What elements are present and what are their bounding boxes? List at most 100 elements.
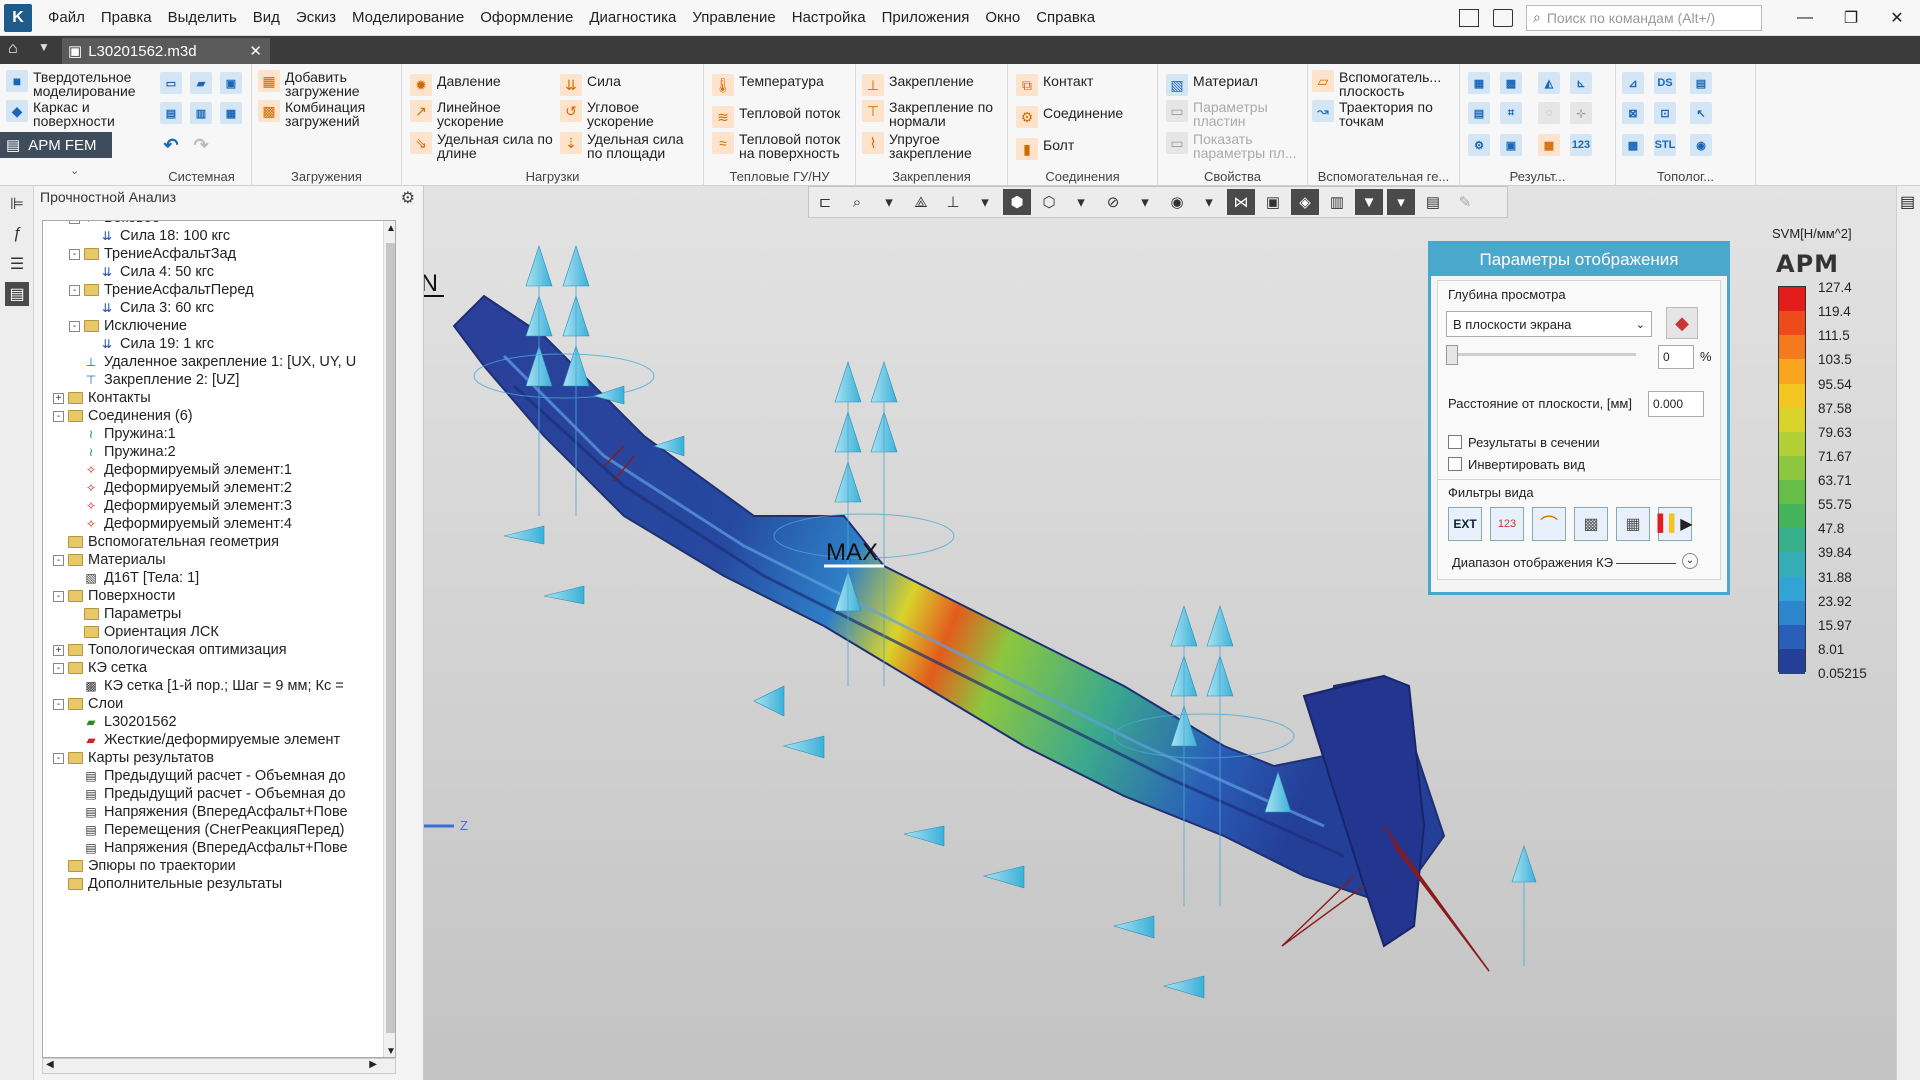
print-icon[interactable]: ▤ <box>160 102 182 124</box>
trajectory-button[interactable]: ↝ Траектория по точкам <box>1312 100 1460 128</box>
menu-design[interactable]: Оформление <box>472 9 581 26</box>
redo-icon[interactable]: ↷ <box>190 134 212 156</box>
expand-icon[interactable]: + <box>53 644 64 656</box>
distance-input[interactable]: 0.000 <box>1648 391 1704 417</box>
aux-plane-button[interactable]: ▱ Вспомогатель... плоскость <box>1312 70 1460 98</box>
close-button[interactable]: ✕ <box>1874 8 1920 28</box>
view-orient-icon[interactable]: ⟁ <box>907 189 935 215</box>
filter-icon[interactable]: ▼ <box>1355 189 1383 215</box>
tab-dropdown-icon[interactable]: ▼ <box>38 40 50 54</box>
add-load-button[interactable]: ▦ Добавить загружение <box>258 70 398 98</box>
linear-acc-button[interactable]: ↗ Линейное ускорение <box>410 100 550 128</box>
formula-icon[interactable]: ƒ <box>5 222 29 246</box>
expand-icon[interactable]: + <box>53 392 64 404</box>
orient-dropdown-icon[interactable]: ▾ <box>971 189 999 215</box>
save-icon[interactable]: ▣ <box>220 72 242 94</box>
hide-dropdown-icon[interactable]: ▾ <box>1131 189 1159 215</box>
map-icon[interactable]: ◭ <box>1538 72 1560 94</box>
surface-heat-button[interactable]: ≈ Тепловой поток на поверхность <box>712 132 852 160</box>
new-icon[interactable]: ▭ <box>160 72 182 94</box>
menu-settings[interactable]: Настройка <box>784 9 874 26</box>
select-frame-icon[interactable]: ⊏ <box>811 189 839 215</box>
menu-help[interactable]: Справка <box>1028 9 1103 26</box>
topo-result-icon[interactable]: ⊡ <box>1654 102 1676 124</box>
tree-scroll-thumb[interactable] <box>386 243 395 1033</box>
length-force-button[interactable]: ⇘ Удельная сила по длине <box>410 132 560 160</box>
pressure-button[interactable]: ✹ Давление <box>410 74 501 96</box>
axes-icon[interactable]: ⊾ <box>1570 72 1592 94</box>
filter-mesh-icon[interactable]: ▩ <box>1574 507 1608 541</box>
menu-edit[interactable]: Правка <box>93 9 160 26</box>
zoom-dropdown-icon[interactable]: ▾ <box>875 189 903 215</box>
undo-icon[interactable]: ↶ <box>160 134 182 156</box>
menu-sketch[interactable]: Эскиз <box>288 9 344 26</box>
apm-fem-button[interactable]: ▤ APM FEM <box>0 132 112 158</box>
menu-apps[interactable]: Приложения <box>874 9 978 26</box>
menu-modeling[interactable]: Моделирование <box>344 9 472 26</box>
menu-view[interactable]: Вид <box>245 9 288 26</box>
filter-isolines-icon[interactable]: ⌒ <box>1532 507 1566 541</box>
shaded-view-icon[interactable]: ⬢ <box>1003 189 1031 215</box>
measure-icon[interactable]: ▤ <box>1419 189 1447 215</box>
fixing-button[interactable]: ⊥ Закрепление <box>862 74 974 96</box>
filter-colormap-icon[interactable]: ▌ ▌ ▶ <box>1658 507 1693 541</box>
solid-modeling-button[interactable]: ■ Твердотельное моделирование <box>6 70 146 98</box>
settings-window-icon[interactable] <box>1493 8 1513 27</box>
topo-graph-icon[interactable]: ⊿ <box>1622 72 1644 94</box>
invert-view-checkbox[interactable] <box>1448 457 1462 471</box>
collapse-icon[interactable]: - <box>53 410 64 422</box>
filter-values-button[interactable]: 123 <box>1490 507 1524 541</box>
bolt-button[interactable]: ▮ Болт <box>1016 138 1074 160</box>
tree-vertical-scrollbar[interactable]: ▲ ▼ <box>383 221 395 1057</box>
pointer-icon[interactable]: ↖ <box>1690 102 1712 124</box>
filter-ext-button[interactable]: EXT <box>1448 507 1482 541</box>
wireframe-icon[interactable]: ⬡ <box>1035 189 1063 215</box>
ang-acc-button[interactable]: ↺ Угловое ускорение <box>560 100 700 128</box>
zoom-icon[interactable]: ⌕ <box>843 189 871 215</box>
surface-modeling-button[interactable]: ◆ Каркас и поверхности <box>6 100 146 128</box>
cube-view-button[interactable]: ◆ <box>1666 307 1698 339</box>
menu-select[interactable]: Выделить <box>160 9 245 26</box>
property-panel-icon[interactable]: ▤ <box>1900 192 1915 212</box>
axis-view-icon[interactable]: ⊥ <box>939 189 967 215</box>
tree-item[interactable]: Дополнительные результаты <box>53 873 282 895</box>
connection-button[interactable]: ⚙ Соединение <box>1016 106 1123 128</box>
section-icon[interactable]: ⋈ <box>1227 189 1255 215</box>
collapse-icon[interactable]: - <box>53 590 64 602</box>
tree-view-icon[interactable]: ⊫ <box>5 192 29 216</box>
minimize-button[interactable]: — <box>1782 9 1828 27</box>
menu-manage[interactable]: Управление <box>684 9 783 26</box>
scroll-down-icon[interactable]: ▼ <box>386 1046 395 1057</box>
results-map-icon[interactable]: ▦ <box>1538 134 1560 156</box>
elastic-fix-button[interactable]: ⌇ Упругое закрепление <box>862 132 1008 160</box>
report-doc-icon[interactable]: ▤ <box>1690 72 1712 94</box>
depth-slider[interactable] <box>1446 353 1636 356</box>
collapse-icon[interactable]: - <box>69 248 80 260</box>
topo-ds-icon[interactable]: DS <box>1654 72 1676 94</box>
topo-run-icon[interactable]: ⊠ <box>1622 102 1644 124</box>
model-view-icon[interactable]: ▣ <box>1259 189 1287 215</box>
collapse-icon[interactable]: - <box>53 554 64 566</box>
properties-icon[interactable]: ▦ <box>220 102 242 124</box>
restore-button[interactable]: ❐ <box>1828 8 1874 28</box>
collapse-icon[interactable]: - <box>69 320 80 332</box>
layers-view-icon[interactable]: ▥ <box>1323 189 1351 215</box>
expand-icon[interactable]: ⌄ <box>1682 553 1698 569</box>
menu-diagnostics[interactable]: Диагностика <box>581 9 684 26</box>
panel-toggle-icon[interactable] <box>1459 8 1479 27</box>
gear-icon[interactable]: ⚙ <box>401 188 415 208</box>
display-mode-icon[interactable]: ◈ <box>1291 189 1319 215</box>
render-dropdown-icon[interactable]: ▾ <box>1067 189 1095 215</box>
values-icon[interactable]: 123 <box>1570 134 1592 156</box>
scroll-up-icon[interactable]: ▲ <box>386 223 395 234</box>
topo-stl-icon[interactable]: STL <box>1654 134 1676 156</box>
collapse-icon[interactable]: - <box>53 698 64 710</box>
calc-icon[interactable]: ▦ <box>1468 72 1490 94</box>
results-section-checkbox[interactable] <box>1448 435 1462 449</box>
document-tab[interactable]: ▣ L30201562.m3d ✕ <box>62 38 270 64</box>
filter-dropdown-icon[interactable]: ▾ <box>1387 189 1415 215</box>
home-icon[interactable]: ⌂ <box>8 40 34 60</box>
scroll-left-icon[interactable]: ◀ <box>46 1059 54 1070</box>
save-as-icon[interactable]: ▥ <box>190 102 212 124</box>
depth-select[interactable]: В плоскости экрана ⌄ <box>1446 311 1652 337</box>
